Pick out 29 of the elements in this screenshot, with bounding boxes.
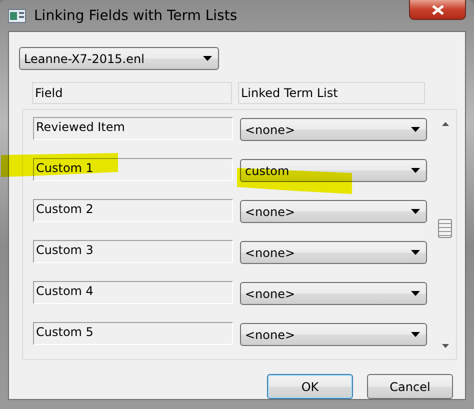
term-list-dropdown[interactable]: <none>: [240, 323, 427, 346]
field-name: Custom 4: [33, 281, 233, 304]
dialog-button[interactable]: OK: [267, 374, 353, 399]
caret-icon: [411, 332, 420, 337]
caret-icon: [411, 209, 420, 214]
library-dropdown[interactable]: Leanne-X7-2015.enl: [19, 47, 219, 70]
scroll-thumb[interactable]: [438, 219, 452, 238]
caret-icon: [411, 168, 420, 173]
caret-icon: [411, 127, 420, 132]
field-name: Custom 3: [33, 240, 233, 263]
close-button[interactable]: [409, 0, 466, 20]
caret-icon: [411, 250, 420, 255]
term-list-dropdown[interactable]: <none>: [240, 118, 427, 141]
caret-icon: [203, 56, 212, 61]
dialog-button[interactable]: Cancel: [367, 374, 453, 399]
term-list-dropdown[interactable]: <none>: [240, 282, 427, 305]
close-icon: [432, 4, 444, 14]
app-icon: [8, 8, 26, 22]
caret-icon: [411, 291, 420, 296]
column-header: Field: [32, 82, 232, 104]
field-name: Custom 2: [33, 199, 233, 222]
column-header: Linked Term List: [238, 82, 425, 104]
term-list-dropdown[interactable]: <none>: [240, 200, 427, 223]
field-name: Reviewed Item: [33, 117, 233, 140]
window-title: Linking Fields with Term Lists: [34, 8, 238, 24]
scroll-down-icon: [442, 344, 448, 348]
field-name: Custom 5: [33, 322, 233, 345]
term-list-dropdown[interactable]: <none>: [240, 241, 427, 264]
scroll-up-icon: [442, 122, 448, 126]
